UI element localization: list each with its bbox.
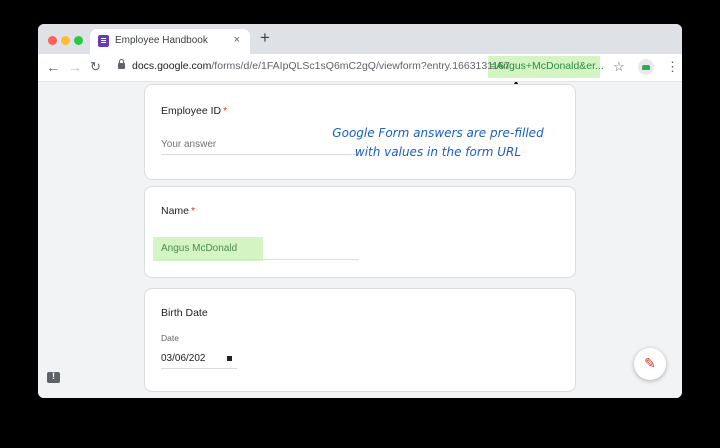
- url-path: /forms/d/e/1FAIpQLSc1sQ6mC2gQ/viewform?e…: [211, 60, 510, 72]
- browser-toolbar: ← → ↻ docs.google.com/forms/d/e/1FAIpQLS…: [38, 54, 682, 82]
- required-asterisk: *: [191, 205, 196, 217]
- close-window-button[interactable]: [48, 36, 57, 45]
- birth-date-input[interactable]: 03/06/202: [161, 353, 237, 369]
- tab-bar: Employee Handbook × +: [38, 24, 682, 54]
- more-menu-icon[interactable]: ⋮: [666, 59, 679, 75]
- question-label-text: Employee ID: [161, 105, 222, 117]
- question-card-birth-date: Birth Date Date 03/06/202: [144, 288, 576, 392]
- question-label-text: Name: [161, 205, 190, 217]
- annotation-line-1: Google Form answers are pre-filled: [332, 126, 544, 140]
- question-title: Employee ID *: [161, 105, 227, 117]
- calendar-icon[interactable]: [227, 356, 232, 361]
- browser-window: Employee Handbook × + ← → ↻ docs.google.…: [38, 24, 682, 398]
- edit-button[interactable]: ✎: [634, 348, 666, 380]
- annotation-line-2: with values in the form URL: [354, 145, 522, 159]
- lock-icon[interactable]: [118, 59, 125, 69]
- tab-title: Employee Handbook: [115, 35, 208, 46]
- bookmark-star-icon[interactable]: ☆: [613, 59, 625, 75]
- annotation-note: Google Form answers are pre-filled with …: [328, 124, 548, 162]
- address-bar[interactable]: docs.google.com/forms/d/e/1FAIpQLSc1sQ6m…: [132, 60, 510, 72]
- new-tab-button[interactable]: +: [260, 28, 270, 48]
- name-input[interactable]: Angus McDonald: [161, 243, 237, 254]
- close-tab-icon[interactable]: ×: [234, 34, 240, 46]
- maximize-window-button[interactable]: [74, 36, 83, 45]
- pencil-icon: ✎: [644, 355, 656, 371]
- tab-employee-handbook[interactable]: Employee Handbook ×: [90, 29, 250, 54]
- input-underline: [161, 259, 359, 260]
- forward-icon[interactable]: →: [68, 58, 82, 76]
- date-sublabel: Date: [161, 333, 179, 343]
- forms-icon: [98, 35, 109, 47]
- question-title: Birth Date: [161, 307, 208, 319]
- required-asterisk: *: [223, 105, 228, 117]
- url-host: docs.google.com: [132, 60, 212, 72]
- form-page: Employee ID * Your answer Name * Angus McD…: [38, 82, 682, 398]
- url-prefill-param: =Angus+McDonald&er...: [490, 60, 604, 72]
- question-title: Name *: [161, 205, 195, 217]
- question-card-name: Name * Angus McDonald: [144, 186, 576, 278]
- minimize-window-button[interactable]: [61, 36, 70, 45]
- extension-icon[interactable]: [638, 59, 654, 75]
- reload-icon[interactable]: ↻: [90, 58, 101, 76]
- feedback-icon[interactable]: [47, 371, 60, 383]
- back-icon[interactable]: ←: [46, 58, 60, 76]
